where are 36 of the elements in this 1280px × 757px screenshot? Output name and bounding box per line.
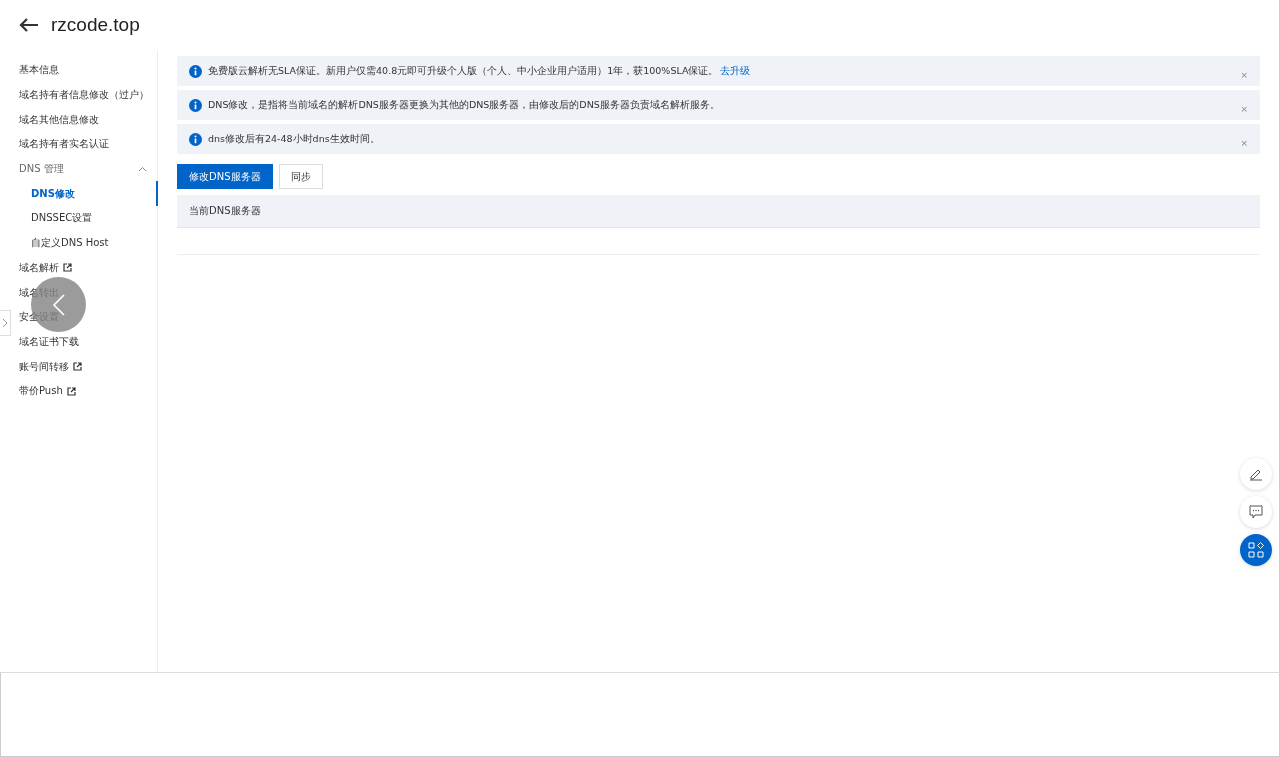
sidebar-item[interactable]: 基本信息: [14, 58, 157, 83]
action-button[interactable]: 修改DNS服务器: [177, 164, 273, 189]
apps-icon: [1248, 542, 1264, 558]
external-link-icon: [63, 263, 72, 273]
sidebar-item[interactable]: 域名解析: [14, 255, 157, 281]
back-arrow-icon[interactable]: [19, 17, 39, 33]
apps-button[interactable]: [1240, 534, 1272, 566]
sidebar-subitem[interactable]: 自定义DNS Host: [14, 230, 157, 256]
sidebar-item[interactable]: 域名持有者实名认证: [14, 132, 157, 157]
sidebar-item[interactable]: DNS 管理: [14, 156, 157, 182]
chat-icon: [1249, 505, 1263, 519]
info-icon: [189, 64, 202, 78]
external-link-icon: [73, 362, 82, 372]
sidebar-item[interactable]: 域名持有者信息修改（过户）: [14, 82, 157, 108]
notice-text: DNS修改，是指将当前域名的解析DNS服务器更换为其他的DNS服务器，由修改后的DNS服务器负责域名解析服务。: [208, 98, 721, 112]
sidebar-item[interactable]: 域名其他信息修改: [14, 107, 157, 133]
column-header: 当前DNS服务器: [189, 204, 261, 218]
chevron-right-icon: [2, 318, 8, 328]
info-icon: [189, 132, 202, 146]
page-title: rzcode.top: [51, 14, 140, 36]
edit-button[interactable]: [1240, 458, 1272, 490]
external-link-icon: [66, 386, 76, 396]
sidebar-item[interactable]: 域名证书下载: [14, 329, 157, 355]
info-icon: [189, 98, 202, 112]
sidebar-subitem[interactable]: DNSSEC设置: [14, 206, 157, 231]
sidebar-item[interactable]: 带价Push: [14, 378, 157, 404]
chevron-icon[interactable]: [138, 166, 147, 173]
pencil-icon: [1249, 467, 1263, 481]
sidebar-subitem[interactable]: DNS修改: [14, 181, 157, 207]
upgrade-link[interactable]: 去升级: [720, 64, 751, 76]
notice-text: 免费版云解析无SLA保证。新用户仅需40.8元即可升级个人版（个人、中小企业用户适用）1年，获100%SLA保证。 去升级: [208, 64, 752, 78]
collapse-handle[interactable]: [0, 310, 11, 336]
sidebar-item[interactable]: 账号间转移: [14, 354, 157, 379]
feedback-button[interactable]: [1240, 496, 1272, 528]
notice-text: dns修改后有24-48小时dns生效时间。: [208, 132, 381, 146]
action-button[interactable]: 同步: [278, 164, 323, 189]
